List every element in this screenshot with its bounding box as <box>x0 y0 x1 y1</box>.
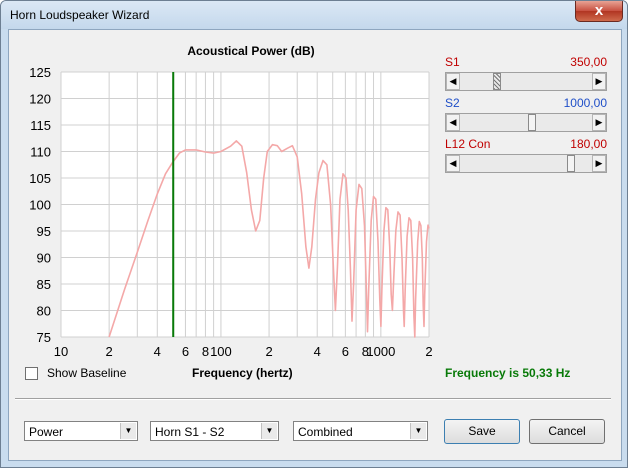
s2-scroll-thumb[interactable] <box>528 114 537 131</box>
y-tick-label: 85 <box>37 277 51 292</box>
l12-con-scroll-thumb[interactable] <box>566 155 575 172</box>
show-baseline-label[interactable]: Show Baseline <box>47 366 126 380</box>
section-dropdown[interactable]: Horn S1 - S2 ▼ <box>150 421 279 441</box>
x-tick-label: 4 <box>154 344 161 359</box>
horn-wizard-window: Horn Loudspeaker Wizard x Acoustical Pow… <box>0 0 628 468</box>
s2-scroll-right-arrow[interactable]: ▶ <box>592 114 606 131</box>
l12-con-scrollbar[interactable]: ◀ ▶ <box>445 154 607 173</box>
frequency-status: Frequency is 50,33 Hz <box>445 366 571 380</box>
x-axis-title: Frequency (hertz) <box>192 366 293 380</box>
y-tick-label: 115 <box>30 118 51 133</box>
y-tick-label: 75 <box>37 330 51 345</box>
measure-dropdown-arrow-icon[interactable]: ▼ <box>120 423 136 439</box>
close-button[interactable]: x <box>575 1 623 22</box>
param-s2-value: 1000,00 <box>563 96 607 110</box>
mode-dropdown[interactable]: Combined ▼ <box>293 421 428 441</box>
x-tick-label: 8 <box>202 344 209 359</box>
y-tick-label: 105 <box>29 171 51 186</box>
x-tick-label: 4 <box>314 344 321 359</box>
y-tick-label: 90 <box>37 251 51 266</box>
s2-scrollbar[interactable]: ◀ ▶ <box>445 113 607 132</box>
x-tick-label: 1000 <box>366 344 395 359</box>
close-icon: x <box>594 2 604 19</box>
param-s1-value: 350,00 <box>570 55 607 69</box>
s1-scrollbar[interactable]: ◀ ▶ <box>445 72 607 91</box>
section-dropdown-arrow-icon[interactable]: ▼ <box>261 423 277 439</box>
mode-dropdown-value: Combined <box>298 425 353 439</box>
y-tick-label: 110 <box>30 145 51 160</box>
dialog-client-area: Acoustical Power (dB) 75 80 85 90 95 100 105 11… <box>8 29 622 461</box>
x-tick-label: 6 <box>182 344 189 359</box>
y-tick-label: 80 <box>37 304 51 319</box>
show-baseline-checkbox[interactable] <box>25 367 38 380</box>
x-tick-label: 2 <box>265 344 272 359</box>
measure-dropdown-value: Power <box>29 425 64 439</box>
window-title: Horn Loudspeaker Wizard <box>10 8 150 22</box>
save-button[interactable]: Save <box>444 419 520 444</box>
param-l12-con-value: 180,00 <box>570 137 607 151</box>
mode-dropdown-arrow-icon[interactable]: ▼ <box>410 423 426 439</box>
param-s1-label: S1 <box>445 55 460 69</box>
s2-scroll-left-arrow[interactable]: ◀ <box>446 114 460 131</box>
x-tick-label: 2 <box>106 344 113 359</box>
y-tick-label: 125 <box>29 65 51 80</box>
x-tick-label: 100 <box>210 344 232 359</box>
x-tick-label: 2 <box>425 344 432 359</box>
s1-scroll-thumb[interactable] <box>493 73 502 90</box>
y-tick-label: 95 <box>37 224 51 239</box>
section-dropdown-value: Horn S1 - S2 <box>155 425 225 439</box>
s1-scroll-left-arrow[interactable]: ◀ <box>446 73 460 90</box>
title-bar[interactable]: Horn Loudspeaker Wizard x <box>1 1 627 29</box>
cancel-button[interactable]: Cancel <box>529 419 605 444</box>
y-tick-label: 100 <box>29 198 51 213</box>
s1-scroll-right-arrow[interactable]: ▶ <box>592 73 606 90</box>
acoustical-power-chart: 758085909510010511011512012510 2 4 6 8 100 2 4 6… <box>29 65 432 359</box>
measure-dropdown[interactable]: Power ▼ <box>24 421 138 441</box>
separator <box>15 398 611 400</box>
param-s2-label: S2 <box>445 96 460 110</box>
y-tick-label: 120 <box>29 92 51 107</box>
l12-con-scroll-left-arrow[interactable]: ◀ <box>446 155 460 172</box>
x-tick-label: 6 <box>342 344 349 359</box>
param-l12-con-label: L12 Con <box>445 137 491 151</box>
x-tick-label: 10 <box>54 344 68 359</box>
l12-con-scroll-right-arrow[interactable]: ▶ <box>592 155 606 172</box>
